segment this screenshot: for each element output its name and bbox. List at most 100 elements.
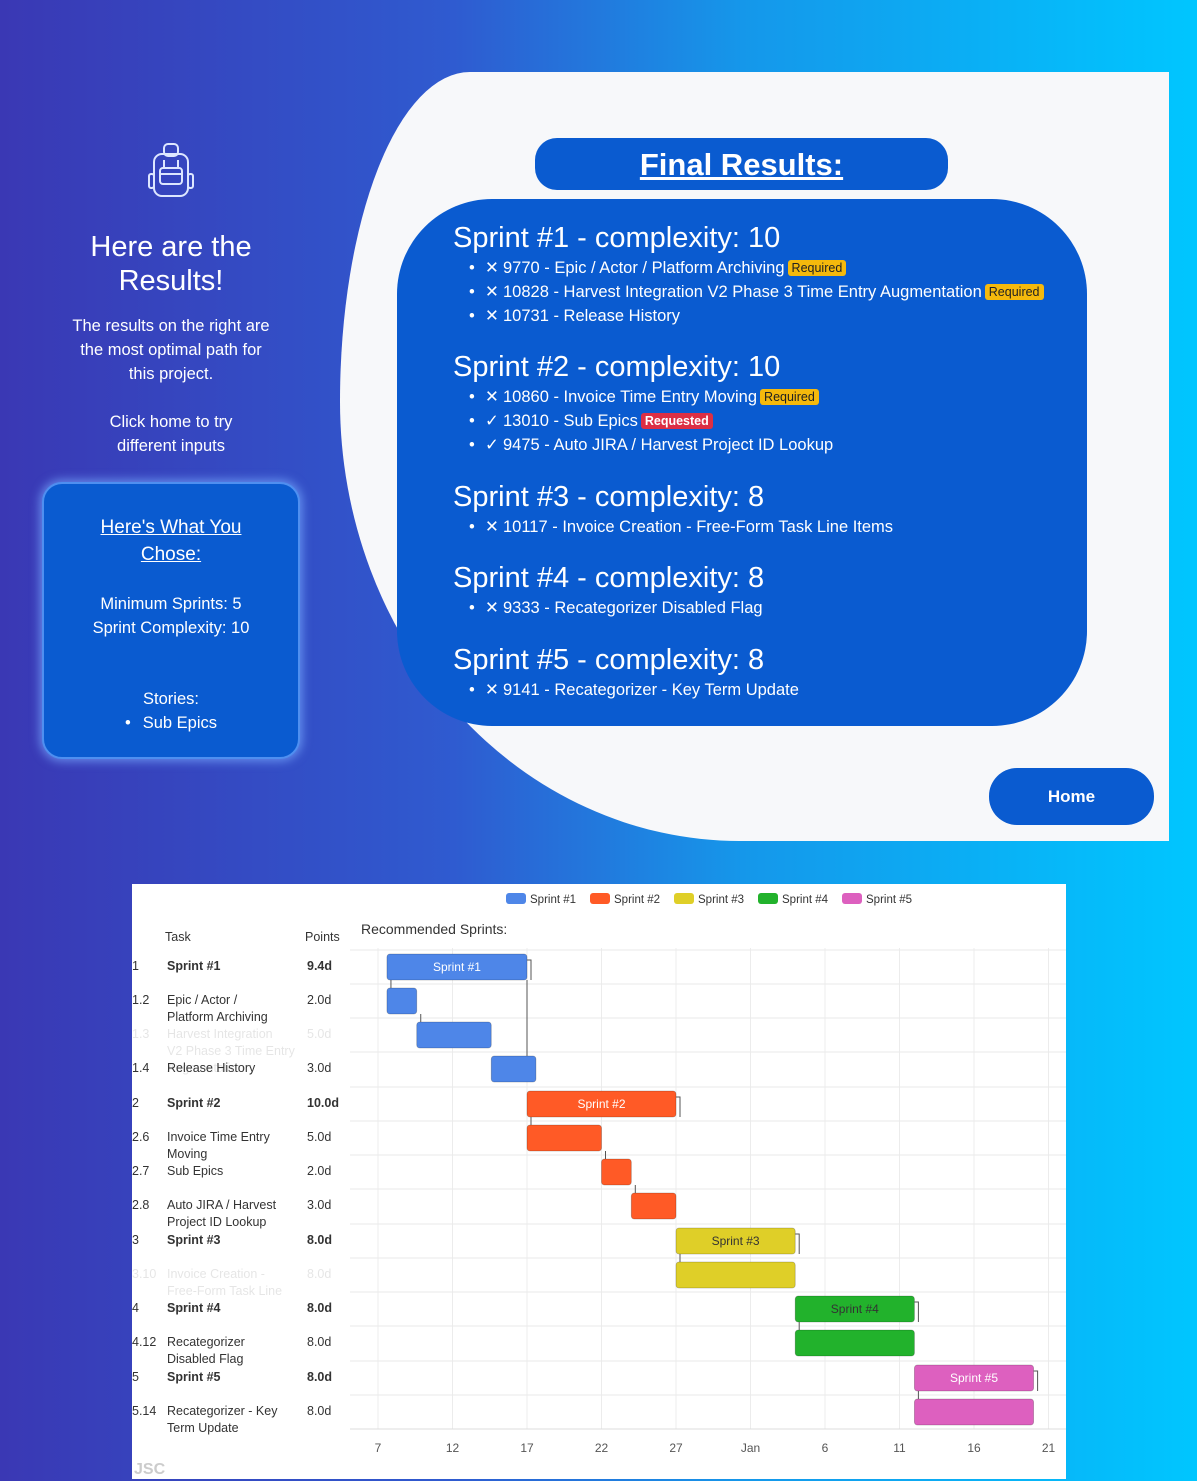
story-item: Sub Epics bbox=[44, 711, 298, 735]
cross-icon: ✕ bbox=[485, 259, 499, 277]
gantt-bar[interactable] bbox=[914, 1398, 1035, 1426]
final-results-title: Final Results: bbox=[535, 138, 948, 190]
x-tick-label: 6 bbox=[822, 1441, 829, 1455]
check-icon: ✓ bbox=[485, 436, 499, 454]
x-tick-label: 21 bbox=[1042, 1441, 1056, 1455]
dependency-line bbox=[527, 959, 532, 980]
home-hint: Click home to try different inputs bbox=[109, 413, 233, 455]
task-points: 8.0d bbox=[307, 1267, 331, 1281]
legend-swatch[interactable] bbox=[842, 893, 862, 904]
legend-swatch[interactable] bbox=[506, 893, 526, 904]
sprint-title: Sprint #1 - complexity: 10 bbox=[453, 222, 781, 254]
task-id: 4 bbox=[132, 1301, 139, 1315]
cross-icon: ✕ bbox=[485, 388, 499, 406]
results-description: The results on the right are the most op… bbox=[72, 317, 270, 383]
legend-swatch[interactable] bbox=[758, 893, 778, 904]
story-text: 13010 - Sub Epics bbox=[503, 412, 638, 430]
check-icon: ✓ bbox=[485, 412, 499, 430]
task-id: 1.4 bbox=[132, 1061, 149, 1075]
gantt-bar[interactable] bbox=[794, 1329, 915, 1357]
task-id: 1.2 bbox=[132, 993, 149, 1007]
gantt-bar-label: Sprint #1 bbox=[433, 960, 481, 974]
task-points: 10.0d bbox=[307, 1096, 339, 1110]
task-name: Sprint #4 bbox=[167, 1301, 221, 1315]
task-id: 2.6 bbox=[132, 1130, 149, 1144]
task-column-header: Task bbox=[165, 930, 191, 944]
gantt-bar[interactable] bbox=[630, 1192, 677, 1220]
legend-label: Sprint #1 bbox=[530, 894, 576, 906]
points-column-header: Points bbox=[305, 930, 340, 944]
story-text: 9333 - Recategorizer Disabled Flag bbox=[503, 599, 763, 617]
x-tick-label: 7 bbox=[375, 1441, 382, 1455]
task-id: 4.12 bbox=[132, 1335, 156, 1349]
task-name: Sprint #1 bbox=[167, 959, 221, 973]
gantt-svg: Sprint #1 Sprint #2 Sprint #3 Sprint #4 Spri… bbox=[132, 893, 1066, 1478]
gantt-bar-label: Sprint #5 bbox=[950, 1371, 998, 1385]
legend-label: Sprint #5 bbox=[866, 894, 912, 906]
task-name: Sprint #2 bbox=[167, 1096, 221, 1110]
legend-label: Sprint #2 bbox=[614, 894, 660, 906]
task-name: Recategorizer - Key Term Update bbox=[167, 1404, 278, 1435]
gantt-bar[interactable] bbox=[675, 1261, 796, 1289]
results-title: Here are the Results! bbox=[90, 231, 252, 297]
required-badge: Required bbox=[787, 260, 847, 276]
sprint-story-list: ✕9141 - Recategorizer - Key Term Update bbox=[453, 678, 799, 702]
sprint-2: Sprint #2 - complexity: 10✕10860 - Invoi… bbox=[453, 350, 833, 457]
task-points: 2.0d bbox=[307, 1164, 331, 1178]
gantt-bar[interactable] bbox=[386, 987, 418, 1015]
sprint-story-list: ✕10860 - Invoice Time Entry MovingRequir… bbox=[453, 385, 833, 457]
task-id: 3.10 bbox=[132, 1267, 156, 1281]
task-points: 8.0d bbox=[307, 1233, 332, 1247]
sprint-story-item: ✕9141 - Recategorizer - Key Term Update bbox=[469, 678, 799, 702]
sprint-story-list: ✕9333 - Recategorizer Disabled Flag bbox=[453, 596, 764, 620]
cross-icon: ✕ bbox=[485, 307, 499, 325]
story-text: 9141 - Recategorizer - Key Term Update bbox=[503, 681, 799, 699]
gantt-bar[interactable] bbox=[526, 1124, 602, 1152]
gantt-bar[interactable] bbox=[490, 1055, 537, 1083]
task-name: Sub Epics bbox=[167, 1164, 223, 1178]
choices-title: Here's What You Chose: bbox=[100, 517, 242, 565]
required-badge: Required bbox=[760, 389, 819, 405]
cross-icon: ✕ bbox=[485, 283, 499, 301]
dependency-line bbox=[1033, 1370, 1039, 1391]
sprint-story-item: ✓13010 - Sub EpicsRequested bbox=[469, 409, 833, 433]
sprint-title: Sprint #5 - complexity: 8 bbox=[453, 644, 765, 676]
x-tick-label: 12 bbox=[446, 1441, 460, 1455]
sprint-3: Sprint #3 - complexity: 8✕10117 - Invoic… bbox=[453, 480, 893, 539]
gantt-bar-label: Sprint #2 bbox=[577, 1097, 625, 1111]
task-points: 8.0d bbox=[307, 1301, 332, 1315]
task-points: 3.0d bbox=[307, 1198, 331, 1212]
task-name: Sprint #3 bbox=[167, 1233, 221, 1247]
task-name: Release History bbox=[167, 1061, 256, 1075]
task-points: 8.0d bbox=[307, 1370, 332, 1384]
dependency-line bbox=[795, 1233, 800, 1254]
sprint-story-list: ✕10117 - Invoice Creation - Free-Form Ta… bbox=[453, 515, 893, 539]
gantt-bar-label: Sprint #4 bbox=[831, 1302, 879, 1316]
x-tick-label: 11 bbox=[893, 1441, 906, 1455]
x-tick-label: 16 bbox=[967, 1441, 981, 1455]
cross-icon: ✕ bbox=[485, 681, 499, 699]
requested-badge: Requested bbox=[640, 413, 713, 429]
story-text: 10828 - Harvest Integration V2 Phase 3 T… bbox=[503, 283, 982, 301]
sprint-complexity: Sprint Complexity: 10 bbox=[92, 619, 250, 637]
story-text: 9475 - Auto JIRA / Harvest Project ID Lo… bbox=[503, 436, 834, 454]
legend-swatch[interactable] bbox=[590, 893, 610, 904]
gantt-bar-label: Sprint #3 bbox=[712, 1234, 760, 1248]
sprint-story-item: ✕9770 - Epic / Actor / Platform Archivin… bbox=[469, 256, 1044, 280]
task-id: 5 bbox=[132, 1370, 139, 1384]
task-id: 2.8 bbox=[132, 1198, 149, 1212]
task-id: 1 bbox=[132, 959, 139, 973]
cross-icon: ✕ bbox=[485, 599, 499, 617]
task-points: 5.0d bbox=[307, 1027, 331, 1041]
task-id: 5.14 bbox=[132, 1404, 156, 1418]
story-text: 10117 - Invoice Creation - Free-Form Tas… bbox=[503, 518, 894, 536]
sprint-story-item: ✕10117 - Invoice Creation - Free-Form Ta… bbox=[469, 515, 894, 539]
sprint-title: Sprint #3 - complexity: 8 bbox=[453, 481, 765, 513]
gantt-bar[interactable] bbox=[416, 1021, 492, 1049]
sprint-5: Sprint #5 - complexity: 8✕9141 - Recateg… bbox=[453, 643, 799, 702]
task-id: 2.7 bbox=[132, 1164, 149, 1178]
x-tick-label: Jan bbox=[741, 1441, 760, 1455]
gantt-bar[interactable] bbox=[601, 1158, 632, 1186]
home-button[interactable]: Home bbox=[989, 768, 1154, 825]
legend-swatch[interactable] bbox=[674, 893, 694, 904]
